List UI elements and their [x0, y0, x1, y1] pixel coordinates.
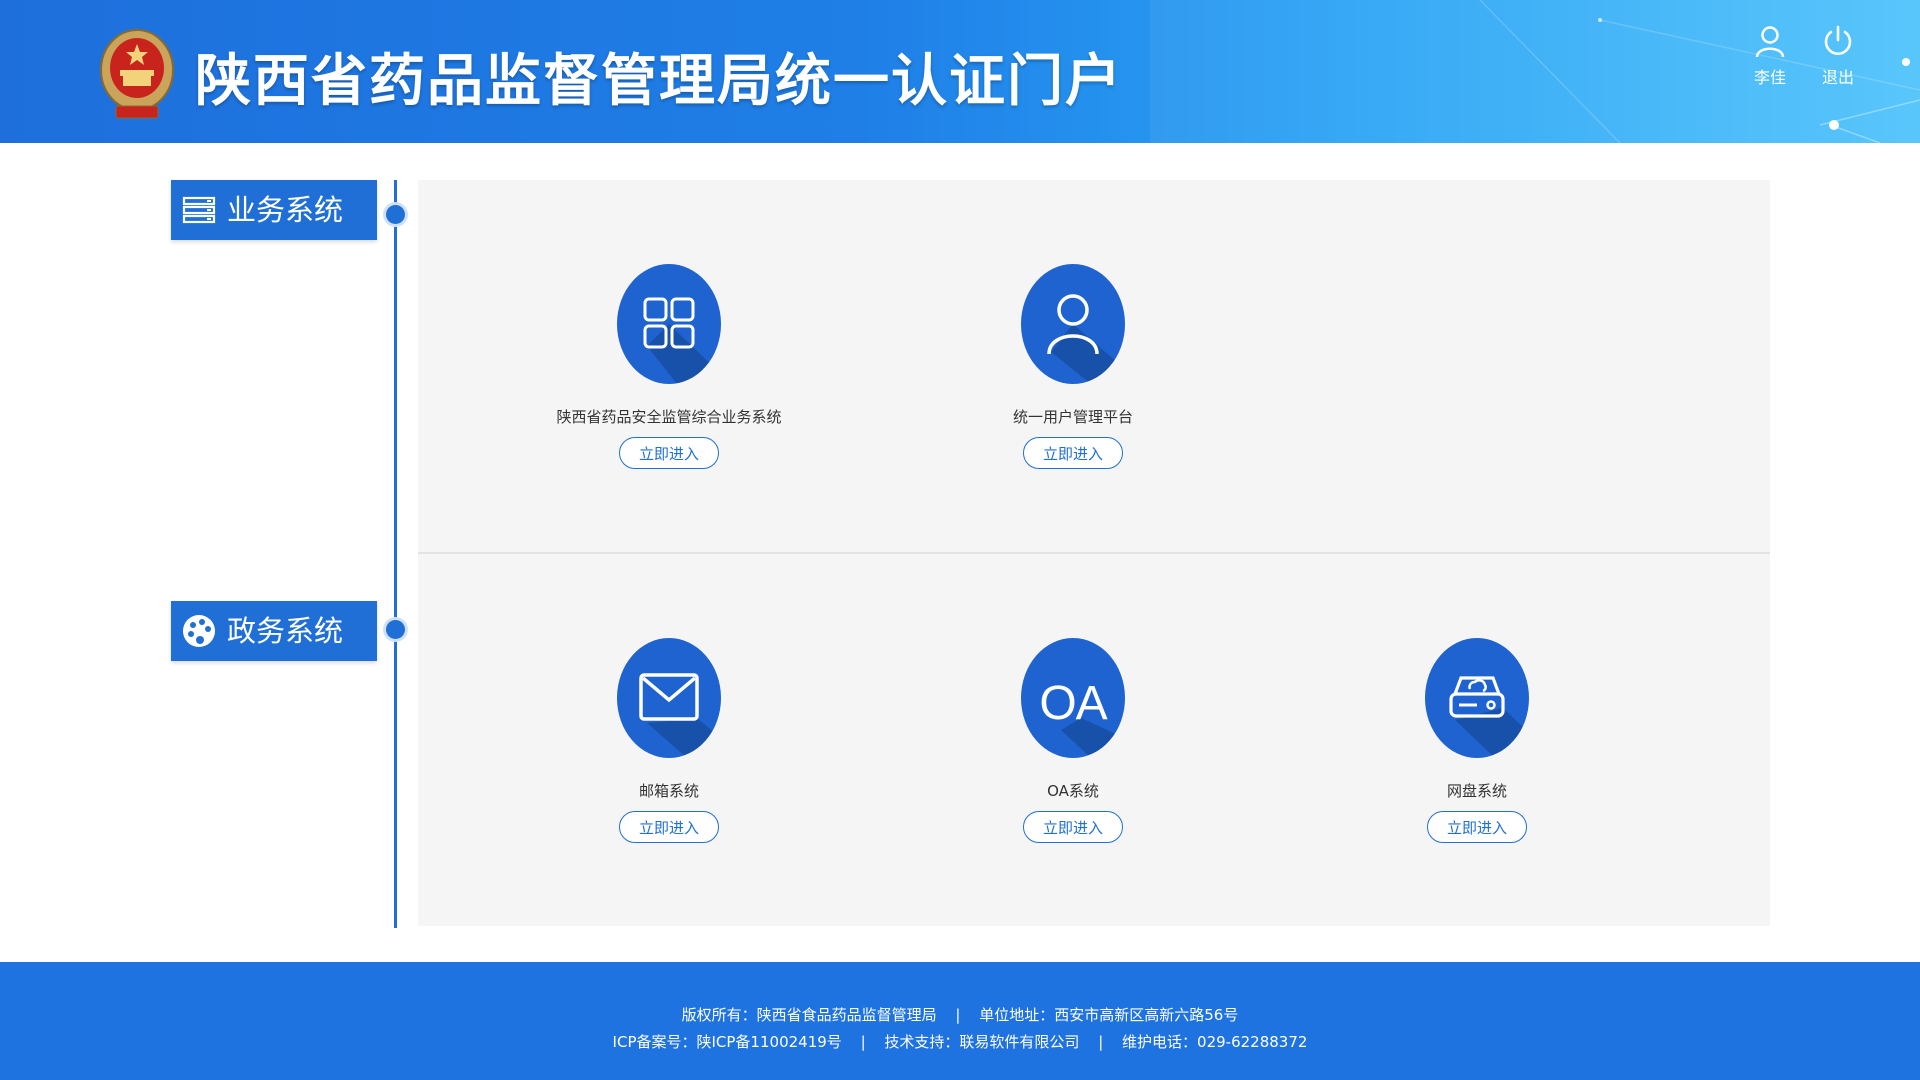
palette-icon [183, 615, 215, 647]
system-name: 陕西省药品安全监管综合业务系统 [556, 408, 782, 426]
enter-button[interactable]: 立即进入 [1023, 437, 1123, 469]
enter-button[interactable]: 立即进入 [1427, 811, 1527, 843]
system-name: OA系统 [1047, 782, 1099, 800]
footer-copyright: 版权所有：陕西省食品药品监督管理局 [681, 1006, 937, 1024]
portal-title: 陕西省药品监督管理局统一认证门户 [195, 49, 1123, 114]
system-icon-badge [617, 638, 721, 758]
system-name: 统一用户管理平台 [1012, 408, 1133, 426]
business-systems-panel: 陕西省药品安全监管综合业务系统 立即进入 统一用户管理平台 立即进入 [418, 180, 1770, 552]
enter-button[interactable]: 立即进入 [1023, 811, 1123, 843]
section-label-business: 业务系统 [171, 180, 377, 240]
logout-label: 退出 [1821, 68, 1854, 87]
footer-icp: ICP备案号：陕ICP备11002419号 [612, 1033, 842, 1051]
system-card-oa: OA OA系统 立即进入 [953, 638, 1193, 843]
system-card-cloud-drive: 网盘系统 立即进入 [1357, 638, 1597, 843]
timeline-dot-business [386, 205, 405, 224]
government-systems-panel: 邮箱系统 立即进入 OA OA系统 立即进入 网盘系统 立即进入 [418, 554, 1770, 926]
system-card-drug-safety: 陕西省药品安全监管综合业务系统 立即进入 [549, 264, 789, 469]
system-card-user-management: 统一用户管理平台 立即进入 [953, 264, 1193, 469]
system-icon-badge [1425, 638, 1529, 758]
server-list-icon [182, 196, 216, 224]
mail-icon [639, 673, 699, 721]
footer-separator: | [955, 1006, 961, 1024]
cloud-drive-icon [1449, 676, 1505, 718]
system-icon-badge: OA [1021, 638, 1125, 758]
system-name: 邮箱系统 [638, 782, 699, 800]
user-name-label: 李佳 [1753, 68, 1786, 87]
section-label-government: 政务系统 [171, 601, 377, 661]
user-icon [1047, 294, 1099, 355]
footer-support: 技术支持：联易软件有限公司 [884, 1033, 1080, 1051]
timeline-dot-government [386, 620, 405, 639]
footer-line-1: 版权所有：陕西省食品药品监督管理局 | 单位地址：西安市高新区高新六路56号 [0, 1004, 1920, 1025]
section-timeline [394, 180, 397, 928]
footer-separator: | [860, 1033, 866, 1051]
system-card-mail: 邮箱系统 立即进入 [549, 638, 789, 843]
power-icon [1824, 25, 1852, 55]
national-emblem-logo [100, 29, 174, 119]
enter-button[interactable]: 立即进入 [619, 811, 719, 843]
user-icon [1755, 26, 1785, 58]
grid-apps-icon [643, 297, 695, 349]
system-icon-badge [617, 264, 721, 384]
oa-text-icon: OA [1039, 677, 1107, 730]
footer-line-2: ICP备案号：陕ICP备11002419号 | 技术支持：联易软件有限公司 | … [0, 1031, 1920, 1052]
section-title: 政务系统 [227, 614, 344, 648]
section-title: 业务系统 [227, 193, 344, 227]
logout-button[interactable]: 退出 [1810, 24, 1866, 94]
enter-button[interactable]: 立即进入 [619, 437, 719, 469]
footer-address: 单位地址：西安市高新区高新六路56号 [979, 1006, 1239, 1024]
footer-phone: 维护电话：029-62288372 [1122, 1033, 1308, 1051]
system-icon-badge [1021, 264, 1125, 384]
footer-separator: | [1098, 1033, 1104, 1051]
user-profile-button[interactable]: 李佳 [1742, 24, 1798, 94]
system-name: 网盘系统 [1446, 782, 1507, 800]
page-footer: 版权所有：陕西省食品药品监督管理局 | 单位地址：西安市高新区高新六路56号 I… [0, 962, 1920, 1080]
top-header: 陕西省药品监督管理局统一认证门户 李佳 退出 [0, 0, 1920, 143]
